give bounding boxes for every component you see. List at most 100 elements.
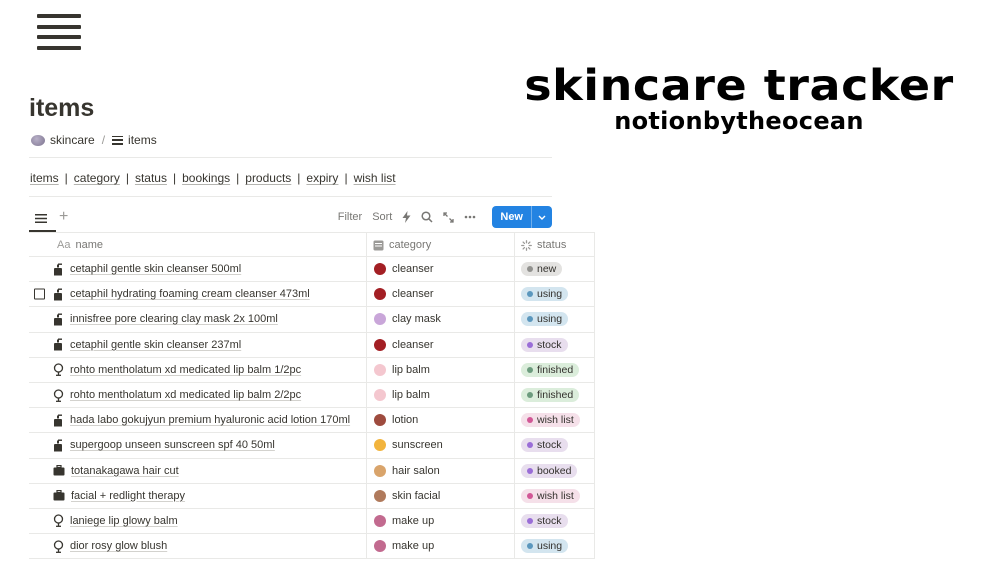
cell-category[interactable]: make up [366,508,514,534]
cell-category[interactable]: cleanser [366,282,514,307]
cell-status[interactable]: stock [514,433,595,458]
table-row[interactable]: cetaphil gentle skin cleanser 500ml clean… [29,257,595,283]
cell-status[interactable]: new [514,257,595,282]
category-label[interactable]: skin facial [392,490,440,502]
column-header-status[interactable]: status [514,233,595,256]
cell-name[interactable]: hada labo gokujyun premium hyaluronic ac… [29,408,366,432]
cell-status[interactable]: using [514,534,595,559]
row-select-checkbox[interactable] [34,288,45,300]
breadcrumb-item-skincare[interactable]: skincare [31,133,95,147]
category-label[interactable]: hair salon [392,465,440,477]
status-badge[interactable]: wish list [521,413,580,428]
item-name[interactable]: laniege lip glowy balm [70,515,178,527]
status-badge[interactable]: finished [521,362,580,377]
category-label[interactable]: make up [392,515,434,527]
cell-status[interactable]: wish list [514,483,595,508]
cell-category[interactable]: lotion [366,408,514,433]
nav-link-category[interactable]: category [74,171,120,185]
cell-status[interactable]: finished [514,382,595,408]
nav-link-products[interactable]: products [245,171,291,185]
status-badge[interactable]: using [521,312,569,327]
table-row[interactable]: cetaphil gentle skin cleanser 237ml clean… [29,332,595,358]
cell-category[interactable]: hair salon [366,458,514,483]
status-badge[interactable]: booked [521,463,578,478]
cell-category[interactable]: skin facial [366,483,514,508]
cell-name[interactable]: supergoop unseen sunscreen spf 40 50ml [29,433,366,457]
cell-status[interactable]: using [514,307,595,332]
table-row[interactable]: supergoop unseen sunscreen spf 40 50ml su… [29,433,595,459]
filter-button[interactable]: Filter [338,211,362,223]
table-row[interactable]: rohto mentholatum xd medicated lip balm … [29,357,595,383]
table-row[interactable]: totanakagawa hair cut hair salon booked [29,458,595,484]
expand-icon[interactable] [443,211,455,223]
nav-link-items[interactable]: items [30,171,59,185]
lightning-icon[interactable] [402,211,411,223]
table-row[interactable]: innisfree pore clearing clay mask 2x 100… [29,307,595,333]
cell-name[interactable]: cetaphil hydrating foaming cream cleanse… [29,282,366,306]
item-name[interactable]: cetaphil gentle skin cleanser 500ml [70,263,241,275]
table-row[interactable]: facial + redlight therapy skin facial wish… [29,483,595,509]
cell-category[interactable]: lip balm [366,357,514,382]
table-row[interactable]: rohto mentholatum xd medicated lip balm … [29,382,595,409]
category-label[interactable]: make up [392,540,434,552]
status-badge[interactable]: using [521,287,569,302]
category-label[interactable]: cleanser [392,288,434,300]
status-badge[interactable]: finished [521,388,580,403]
item-name[interactable]: cetaphil hydrating foaming cream cleanse… [70,288,310,300]
item-name[interactable]: dior rosy glow blush [70,540,167,552]
cell-name[interactable]: dior rosy glow blush [29,534,366,558]
cell-name[interactable]: totanakagawa hair cut [29,459,366,483]
cell-name[interactable]: laniege lip glowy balm [29,509,366,533]
nav-link-bookings[interactable]: bookings [182,171,230,185]
item-name[interactable]: innisfree pore clearing clay mask 2x 100… [70,313,278,325]
cell-category[interactable]: sunscreen [366,433,514,458]
cell-status[interactable]: wish list [514,408,595,433]
category-label[interactable]: clay mask [392,313,441,325]
nav-link-expiry[interactable]: expiry [306,171,338,185]
sort-button[interactable]: Sort [372,211,392,223]
new-button[interactable]: New [492,206,552,228]
status-badge[interactable]: using [521,539,569,554]
item-name[interactable]: totanakagawa hair cut [71,465,179,477]
nav-link-status[interactable]: status [135,171,167,185]
cell-category[interactable]: make up [366,534,514,559]
table-row[interactable]: hada labo gokujyun premium hyaluronic ac… [29,408,595,434]
breadcrumb-item-items[interactable]: items [112,133,157,147]
item-name[interactable]: supergoop unseen sunscreen spf 40 50ml [70,439,275,451]
status-badge[interactable]: new [521,262,563,277]
nav-link-wish-list[interactable]: wish list [354,171,396,185]
more-options-icon[interactable] [464,215,476,219]
chevron-down-icon[interactable] [531,206,552,228]
table-view-tab[interactable] [31,206,51,230]
cell-status[interactable]: stock [514,508,595,534]
cell-category[interactable]: lip balm [366,382,514,408]
category-label[interactable]: lip balm [392,364,430,376]
table-row[interactable]: cetaphil hydrating foaming cream cleanse… [29,282,595,308]
category-label[interactable]: cleanser [392,263,434,275]
category-label[interactable]: lip balm [392,389,430,401]
column-header-category[interactable]: category [366,233,514,256]
table-row[interactable]: dior rosy glow blush make up using [29,534,595,560]
column-header-name[interactable]: Aa name [29,233,366,256]
search-icon[interactable] [421,211,433,223]
cell-name[interactable]: rohto mentholatum xd medicated lip balm … [29,358,366,382]
add-view-button[interactable]: + [59,208,68,226]
hamburger-menu-icon[interactable] [37,14,81,50]
category-label[interactable]: cleanser [392,339,434,351]
category-label[interactable]: sunscreen [392,439,443,451]
item-name[interactable]: rohto mentholatum xd medicated lip balm … [70,389,301,401]
status-badge[interactable]: stock [521,337,568,352]
cell-name[interactable]: rohto mentholatum xd medicated lip balm … [29,383,366,407]
status-badge[interactable]: wish list [521,488,580,503]
cell-category[interactable]: clay mask [366,307,514,332]
cell-name[interactable]: cetaphil gentle skin cleanser 500ml [29,257,366,281]
table-row[interactable]: laniege lip glowy balm make up stock [29,508,595,535]
cell-category[interactable]: cleanser [366,257,514,282]
cell-status[interactable]: stock [514,332,595,357]
cell-status[interactable]: using [514,282,595,307]
item-name[interactable]: rohto mentholatum xd medicated lip balm … [70,364,301,376]
cell-status[interactable]: booked [514,458,595,483]
status-badge[interactable]: stock [521,438,568,453]
cell-name[interactable]: facial + redlight therapy [29,484,366,508]
item-name[interactable]: facial + redlight therapy [71,490,185,502]
